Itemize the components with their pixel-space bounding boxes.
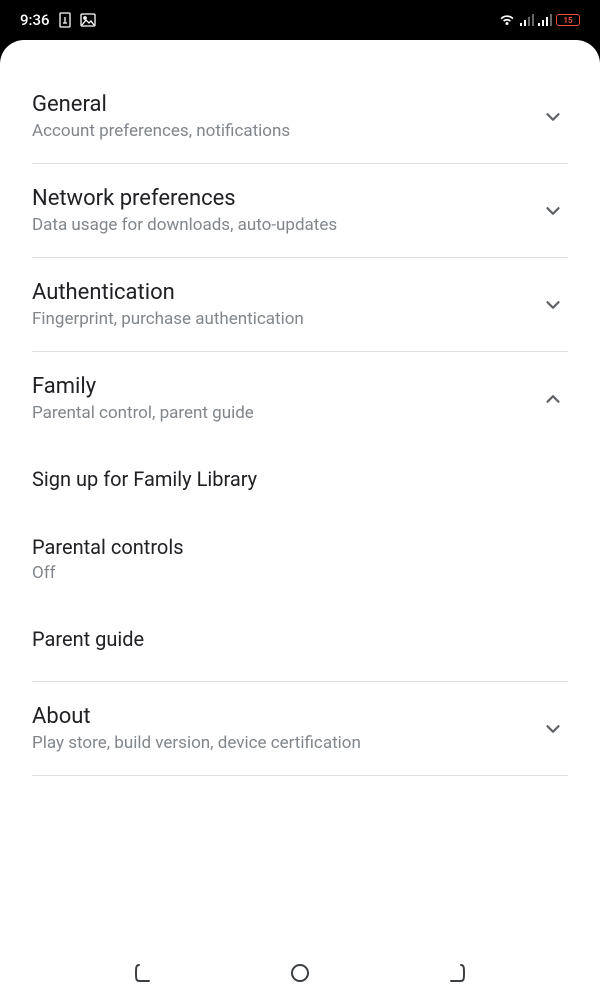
battery-icon: 15 [556,14,580,26]
section-text: Family Parental control, parent guide [32,374,542,423]
section-text: About Play store, build version, device … [32,704,542,753]
section-family-expanded: Family Parental control, parent guide Si… [32,352,568,682]
sim-card-icon [58,12,72,28]
signal-icon-2 [538,14,552,26]
section-authentication[interactable]: Authentication Fingerprint, purchase aut… [32,258,568,352]
settings-content: General Account preferences, notificatio… [0,40,600,950]
section-text: Network preferences Data usage for downl… [32,186,542,235]
status-right: 15 [498,13,580,27]
section-about[interactable]: About Play store, build version, device … [32,682,568,776]
section-subtitle: Account preferences, notifications [32,121,542,141]
chevron-down-icon [542,106,568,128]
status-left: 9:36 [20,11,96,29]
section-subtitle: Parental control, parent guide [32,403,542,423]
chevron-down-icon [542,294,568,316]
sub-item-title: Parental controls [32,535,568,559]
section-family[interactable]: Family Parental control, parent guide [32,352,568,445]
home-icon[interactable] [288,961,312,989]
section-subtitle: Data usage for downloads, auto-updates [32,215,542,235]
section-text: General Account preferences, notificatio… [32,92,542,141]
parent-guide-item[interactable]: Parent guide [32,605,568,673]
section-title: About [32,704,542,729]
status-bar: 9:36 15 [0,0,600,40]
section-general[interactable]: General Account preferences, notificatio… [32,70,568,164]
wifi-icon [498,13,516,27]
chevron-down-icon [542,200,568,222]
parental-controls-item[interactable]: Parental controls Off [32,513,568,605]
family-signup-item[interactable]: Sign up for Family Library [32,445,568,513]
sub-item-title: Parent guide [32,627,568,651]
section-subtitle: Play store, build version, device certif… [32,733,542,753]
image-icon [80,13,96,27]
navigation-bar [0,950,600,1000]
back-icon[interactable] [444,961,468,989]
section-title: Network preferences [32,186,542,211]
section-title: General [32,92,542,117]
section-title: Authentication [32,280,542,305]
sub-item-value: Off [32,563,568,583]
signal-icon [520,14,534,26]
chevron-up-icon [542,388,568,410]
recents-icon[interactable] [132,961,156,989]
settings-list: General Account preferences, notificatio… [0,70,600,776]
status-time: 9:36 [20,11,50,29]
section-subtitle: Fingerprint, purchase authentication [32,309,542,329]
section-text: Authentication Fingerprint, purchase aut… [32,280,542,329]
section-title: Family [32,374,542,399]
chevron-down-icon [542,718,568,740]
section-network[interactable]: Network preferences Data usage for downl… [32,164,568,258]
sub-item-title: Sign up for Family Library [32,467,568,491]
